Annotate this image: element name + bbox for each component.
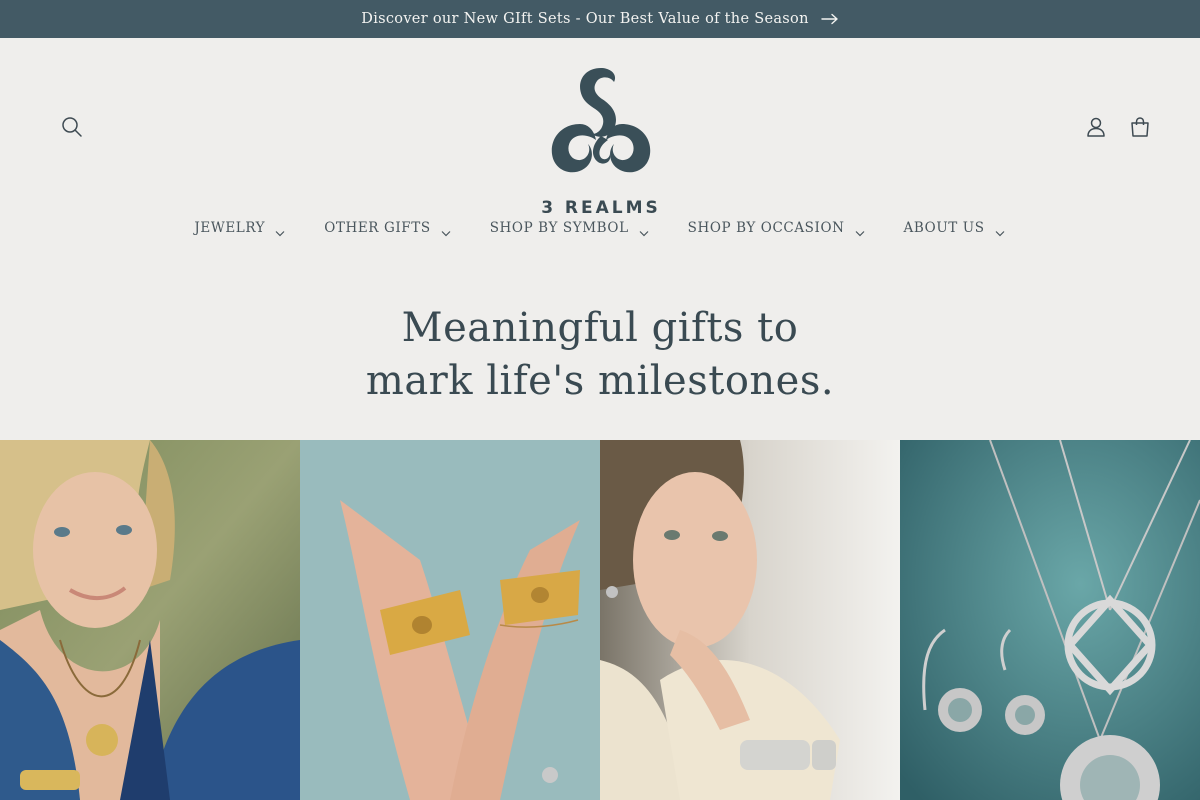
account-icon: [1085, 116, 1107, 142]
search-icon: [61, 116, 83, 142]
nav-label: SHOP BY OCCASION: [687, 220, 845, 236]
site-header: 3 REALMS JEWELRY OTHER GIFTS SHOP BY SYM…: [0, 38, 1200, 250]
hero-image-gallery: [0, 440, 1200, 800]
search-button[interactable]: [57, 114, 87, 144]
cart-button[interactable]: [1125, 114, 1155, 144]
nav-label: JEWELRY: [194, 220, 266, 236]
gallery-image-woman-denim[interactable]: [0, 440, 300, 800]
chevron-down-icon: [275, 225, 285, 236]
nav-label: OTHER GIFTS: [324, 220, 431, 236]
nav-label: ABOUT US: [903, 220, 985, 236]
hero-heading-line1: Meaningful gifts to: [401, 305, 799, 351]
chevron-down-icon: [441, 225, 451, 236]
nav-item-shop-by-occasion[interactable]: SHOP BY OCCASION: [669, 216, 885, 240]
nav-label: SHOP BY SYMBOL: [489, 220, 629, 236]
gallery-image-woman-silver[interactable]: [600, 440, 900, 800]
chevron-down-icon: [639, 225, 649, 236]
account-button[interactable]: [1081, 114, 1111, 144]
nav-item-shop-by-symbol[interactable]: SHOP BY SYMBOL: [471, 216, 669, 240]
nav-item-about-us[interactable]: ABOUT US: [885, 216, 1025, 240]
arrow-right-icon: [821, 13, 839, 25]
nav-item-other-gifts[interactable]: OTHER GIFTS: [305, 216, 471, 240]
nav-item-jewelry[interactable]: JEWELRY: [175, 216, 305, 240]
chevron-down-icon: [995, 225, 1005, 236]
logo[interactable]: 3 REALMS: [540, 66, 662, 218]
gallery-image-gold-cuffs[interactable]: [300, 440, 600, 800]
cart-icon: [1129, 116, 1151, 142]
main-nav: JEWELRY OTHER GIFTS SHOP BY SYMBOL SHOP …: [0, 216, 1200, 240]
hero-heading-line2: mark life's milestones.: [365, 358, 835, 404]
hero-heading: Meaningful gifts to mark life's mileston…: [0, 302, 1200, 408]
gallery-image-silver-necklaces[interactable]: [900, 440, 1200, 800]
announcement-bar[interactable]: Discover our New GIft Sets - Our Best Va…: [0, 0, 1200, 38]
triskele-logo-mark: [551, 68, 651, 173]
logo-text: 3 REALMS: [541, 198, 661, 218]
chevron-down-icon: [855, 225, 865, 236]
announcement-text[interactable]: Discover our New GIft Sets - Our Best Va…: [361, 11, 808, 27]
